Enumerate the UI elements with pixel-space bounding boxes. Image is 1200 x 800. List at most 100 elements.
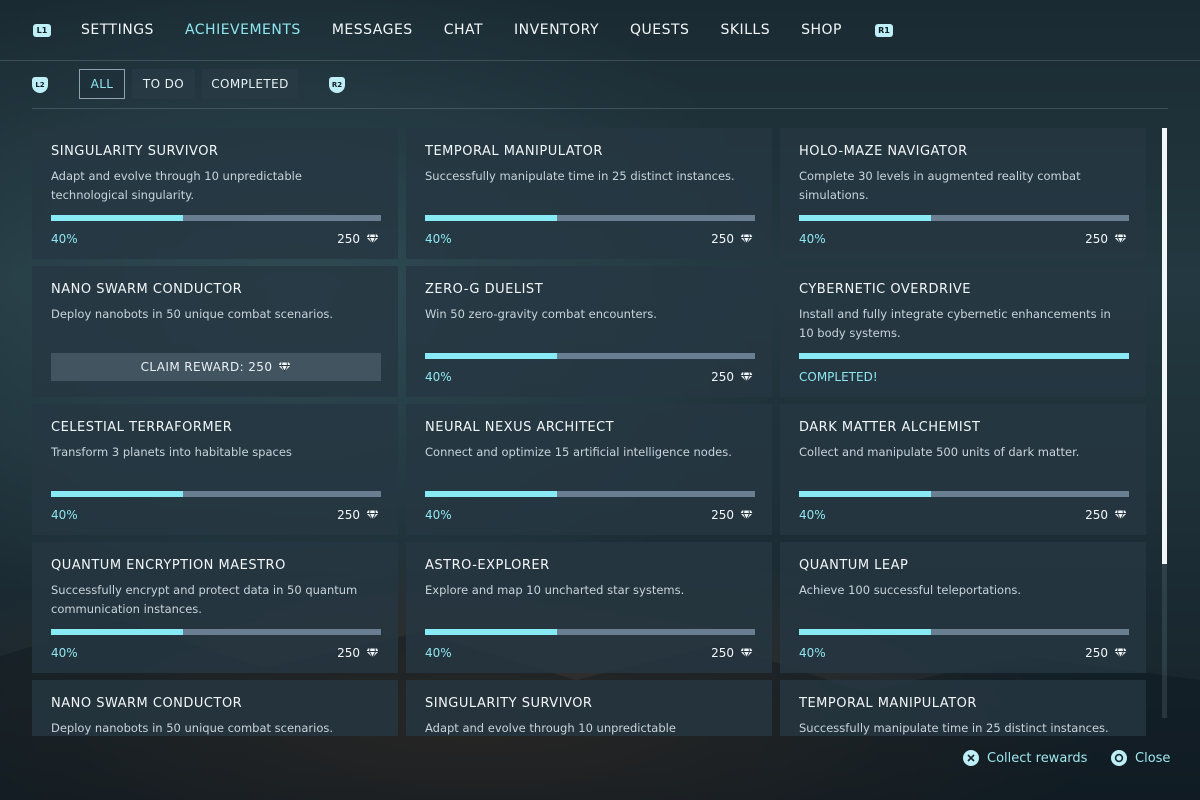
achievement-title: TEMPORAL MANIPULATOR xyxy=(799,696,977,711)
achievements-list[interactable]: SINGULARITY SURVIVOR Adapt and evolve thr… xyxy=(32,128,1146,736)
achievement-description: Successfully manipulate time in 25 disti… xyxy=(799,721,1109,735)
reward-points-value: 250 xyxy=(1085,646,1108,660)
reward-points-value: 250 xyxy=(711,370,734,384)
achievement-card[interactable]: ASTRO-EXPLORER Explore and map 10 unchart… xyxy=(406,542,772,673)
achievement-card[interactable]: NANO SWARM CONDUCTOR Deploy nanobots in 5… xyxy=(32,266,398,397)
progress-bar xyxy=(51,629,381,635)
progress-bar-fill xyxy=(425,629,557,635)
filter-completed-button[interactable]: COMPLETED xyxy=(202,69,298,99)
achievement-card[interactable]: NEURAL NEXUS ARCHITECT Connect and optimi… xyxy=(406,404,772,535)
progress-percent: 40% xyxy=(51,232,78,246)
gem-icon xyxy=(278,362,291,372)
achievement-description: Successfully encrypt and protect data in… xyxy=(51,583,358,616)
progress-percent: 40% xyxy=(425,646,452,660)
achievement-title: QUANTUM LEAP xyxy=(799,558,909,573)
reward-points: 250 xyxy=(337,232,379,246)
r1-button-icon[interactable]: R1 xyxy=(875,23,894,37)
progress-bar xyxy=(799,491,1129,497)
achievements-grid: SINGULARITY SURVIVOR Adapt and evolve thr… xyxy=(32,128,1146,736)
achievement-card[interactable]: CYBERNETIC OVERDRIVE Install and fully in… xyxy=(780,266,1146,397)
close-label: Close xyxy=(1135,750,1171,766)
reward-points: 250 xyxy=(711,508,753,522)
reward-points: 250 xyxy=(337,508,379,522)
achievement-description: Explore and map 10 uncharted star system… xyxy=(425,583,685,597)
achievement-title: HOLO-MAZE NAVIGATOR xyxy=(799,144,968,159)
cross-button-icon xyxy=(963,750,979,766)
top-navigation: L1 SETTINGS ACHIEVEMENTS MESSAGES CHAT I… xyxy=(0,0,1200,61)
achievement-card[interactable]: TEMPORAL MANIPULATOR Successfully manipul… xyxy=(780,680,1146,736)
gem-icon xyxy=(366,510,379,520)
reward-points: 250 xyxy=(711,646,753,660)
reward-points: 250 xyxy=(1085,232,1127,246)
reward-points-value: 250 xyxy=(711,508,734,522)
achievement-title: ASTRO-EXPLORER xyxy=(425,558,550,573)
progress-bar-fill xyxy=(425,215,557,221)
achievement-description: Win 50 zero-gravity combat encounters. xyxy=(425,307,657,321)
achievement-card[interactable]: HOLO-MAZE NAVIGATOR Complete 30 levels in… xyxy=(780,128,1146,259)
progress-bar-fill xyxy=(51,491,183,497)
nav-tab-messages[interactable]: MESSAGES xyxy=(332,22,413,38)
progress-bar-fill xyxy=(799,491,931,497)
nav-tab-achievements[interactable]: ACHIEVEMENTS xyxy=(185,22,301,38)
progress-percent: 40% xyxy=(51,508,78,522)
reward-points: 250 xyxy=(337,646,379,660)
progress-bar-fill xyxy=(51,629,183,635)
gem-icon xyxy=(366,234,379,244)
progress-percent: 40% xyxy=(799,232,826,246)
l2-trigger-icon[interactable]: L2 xyxy=(32,77,48,93)
achievement-card[interactable]: QUANTUM LEAP Achieve 100 successful telep… xyxy=(780,542,1146,673)
progress-bar-fill xyxy=(51,215,183,221)
achievement-card[interactable]: NANO SWARM CONDUCTOR Deploy nanobots in 5… xyxy=(32,680,398,736)
achievement-title: ZERO-G DUELIST xyxy=(425,282,544,297)
progress-bar-fill xyxy=(799,353,1129,359)
reward-points-value: 250 xyxy=(337,508,360,522)
scrollbar-thumb[interactable] xyxy=(1162,128,1167,564)
progress-bar xyxy=(425,491,755,497)
achievement-title: SINGULARITY SURVIVOR xyxy=(425,696,593,711)
gem-icon xyxy=(740,234,753,244)
achievement-card[interactable]: SINGULARITY SURVIVOR Adapt and evolve thr… xyxy=(32,128,398,259)
nav-tab-skills[interactable]: SKILLS xyxy=(720,22,770,38)
progress-bar xyxy=(51,491,381,497)
reward-points-value: 250 xyxy=(1085,508,1108,522)
achievement-card[interactable]: ZERO-G DUELIST Win 50 zero-gravity combat… xyxy=(406,266,772,397)
nav-tab-chat[interactable]: CHAT xyxy=(444,22,483,38)
gem-icon xyxy=(1114,234,1127,244)
filter-all-button[interactable]: ALL xyxy=(79,69,125,99)
progress-bar-fill xyxy=(799,629,931,635)
achievement-card[interactable]: DARK MATTER ALCHEMIST Collect and manipul… xyxy=(780,404,1146,535)
progress-bar-fill xyxy=(425,353,557,359)
claim-reward-button[interactable]: CLAIM REWARD: 250 xyxy=(51,353,381,381)
progress-bar xyxy=(799,215,1129,221)
achievement-description: Install and fully integrate cybernetic e… xyxy=(799,307,1111,340)
progress-bar xyxy=(51,215,381,221)
reward-points-value: 250 xyxy=(1085,232,1108,246)
nav-tab-inventory[interactable]: INVENTORY xyxy=(514,22,599,38)
achievement-card[interactable]: SINGULARITY SURVIVOR Adapt and evolve thr… xyxy=(406,680,772,736)
l1-button-icon[interactable]: L1 xyxy=(33,23,51,37)
scrollbar[interactable] xyxy=(1162,128,1167,718)
achievement-description: Complete 30 levels in augmented reality … xyxy=(799,169,1081,202)
collect-rewards-hint[interactable]: Collect rewards xyxy=(963,750,1087,766)
nav-tab-quests[interactable]: QUESTS xyxy=(630,22,689,38)
achievement-description: Adapt and evolve through 10 unpredictabl… xyxy=(425,721,676,735)
nav-tab-settings[interactable]: SETTINGS xyxy=(81,22,154,38)
progress-bar xyxy=(425,215,755,221)
achievement-description: Collect and manipulate 500 units of dark… xyxy=(799,445,1080,459)
progress-percent: 40% xyxy=(425,508,452,522)
achievement-card[interactable]: CELESTIAL TERRAFORMER Transform 3 planets… xyxy=(32,404,398,535)
claim-reward-label: CLAIM REWARD: 250 xyxy=(140,360,273,374)
achievement-description: Successfully manipulate time in 25 disti… xyxy=(425,169,735,183)
gem-icon xyxy=(1114,648,1127,658)
close-hint[interactable]: Close xyxy=(1111,750,1170,766)
progress-bar xyxy=(425,353,755,359)
header-divider xyxy=(32,108,1168,109)
achievement-card[interactable]: TEMPORAL MANIPULATOR Successfully manipul… xyxy=(406,128,772,259)
filter-todo-button[interactable]: TO DO xyxy=(132,69,195,99)
achievement-card[interactable]: QUANTUM ENCRYPTION MAESTRO Successfully e… xyxy=(32,542,398,673)
r2-trigger-icon[interactable]: R2 xyxy=(329,77,345,93)
achievement-description: Deploy nanobots in 50 unique combat scen… xyxy=(51,721,333,735)
achievement-description: Connect and optimize 15 artificial intel… xyxy=(425,445,732,459)
reward-points-value: 250 xyxy=(711,646,734,660)
nav-tab-shop[interactable]: SHOP xyxy=(801,22,842,38)
